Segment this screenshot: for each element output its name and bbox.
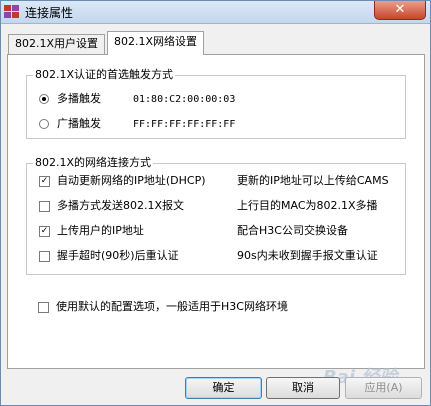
multicast-trigger-radio[interactable] [39,94,49,104]
connection-properties-window: 连接属性 ✕ 802.1X用户设置 802.1X网络设置 802.1X认证的首选… [0,0,431,406]
cancel-button[interactable]: 取消 [266,377,340,399]
use-default-config-checkbox[interactable] [38,302,49,313]
close-button[interactable]: ✕ [374,1,426,20]
apply-button-label: 应用(A) [364,381,403,394]
dhcp-update-description: 更新的IP地址可以上传给CAMS [237,174,389,187]
tab-user-settings[interactable]: 802.1X用户设置 [8,34,106,54]
dhcp-update-label[interactable]: 自动更新网络的IP地址(DHCP) [57,174,206,188]
network-connection-group-title: 802.1X的网络连接方式 [33,156,154,170]
upload-ip-description: 配合H3C公司交换设备 [237,224,348,237]
dhcp-update-checkbox[interactable]: ✓ [39,176,50,187]
tab-network-settings-label: 802.1X网络设置 [114,35,198,48]
broadcast-trigger-radio[interactable] [39,119,49,129]
handshake-reauth-checkbox[interactable] [39,251,50,262]
multicast-send-description: 上行目的MAC为802.1X多播 [237,199,378,212]
handshake-reauth-label[interactable]: 握手超时(90秒)后重认证 [57,249,179,263]
check-mark-icon: ✓ [40,176,49,186]
cancel-button-label: 取消 [292,381,314,394]
title-bar: 连接属性 ✕ [1,1,430,24]
app-icon [4,5,19,18]
tab-user-settings-label: 802.1X用户设置 [15,37,99,50]
use-default-config-label[interactable]: 使用默认的配置选项，一般适用于H3C网络环境 [56,300,288,314]
window-title: 连接属性 [25,6,74,20]
trigger-mode-group-title: 802.1X认证的首选触发方式 [33,68,176,82]
ok-button[interactable]: 确定 [185,377,262,399]
broadcast-mac-value: FF:FF:FF:FF:FF:FF [133,119,236,130]
handshake-reauth-description: 90s内未收到握手报文重认证 [237,249,378,262]
multicast-send-label[interactable]: 多播方式发送802.1X报文 [57,199,184,213]
broadcast-trigger-label[interactable]: 广播触发 [57,117,101,131]
upload-ip-label[interactable]: 上传用户的IP地址 [57,224,144,238]
close-icon: ✕ [394,2,406,17]
network-connection-group: 802.1X的网络连接方式 ✓ 自动更新网络的IP地址(DHCP) 更新的IP地… [26,156,406,275]
upload-ip-checkbox[interactable]: ✓ [39,226,50,237]
multicast-send-checkbox[interactable] [39,201,50,212]
multicast-mac-value: 01:80:C2:00:00:03 [133,94,236,105]
check-mark-icon: ✓ [40,226,49,236]
tab-network-settings[interactable]: 802.1X网络设置 [107,31,205,55]
multicast-trigger-label[interactable]: 多播触发 [57,92,101,106]
apply-button: 应用(A) [345,377,422,399]
ok-button-label: 确定 [212,381,235,394]
trigger-mode-group: 802.1X认证的首选触发方式 多播触发 01:80:C2:00:00:03 广… [26,68,406,139]
settings-panel: 802.1X认证的首选触发方式 多播触发 01:80:C2:00:00:03 广… [7,54,425,369]
